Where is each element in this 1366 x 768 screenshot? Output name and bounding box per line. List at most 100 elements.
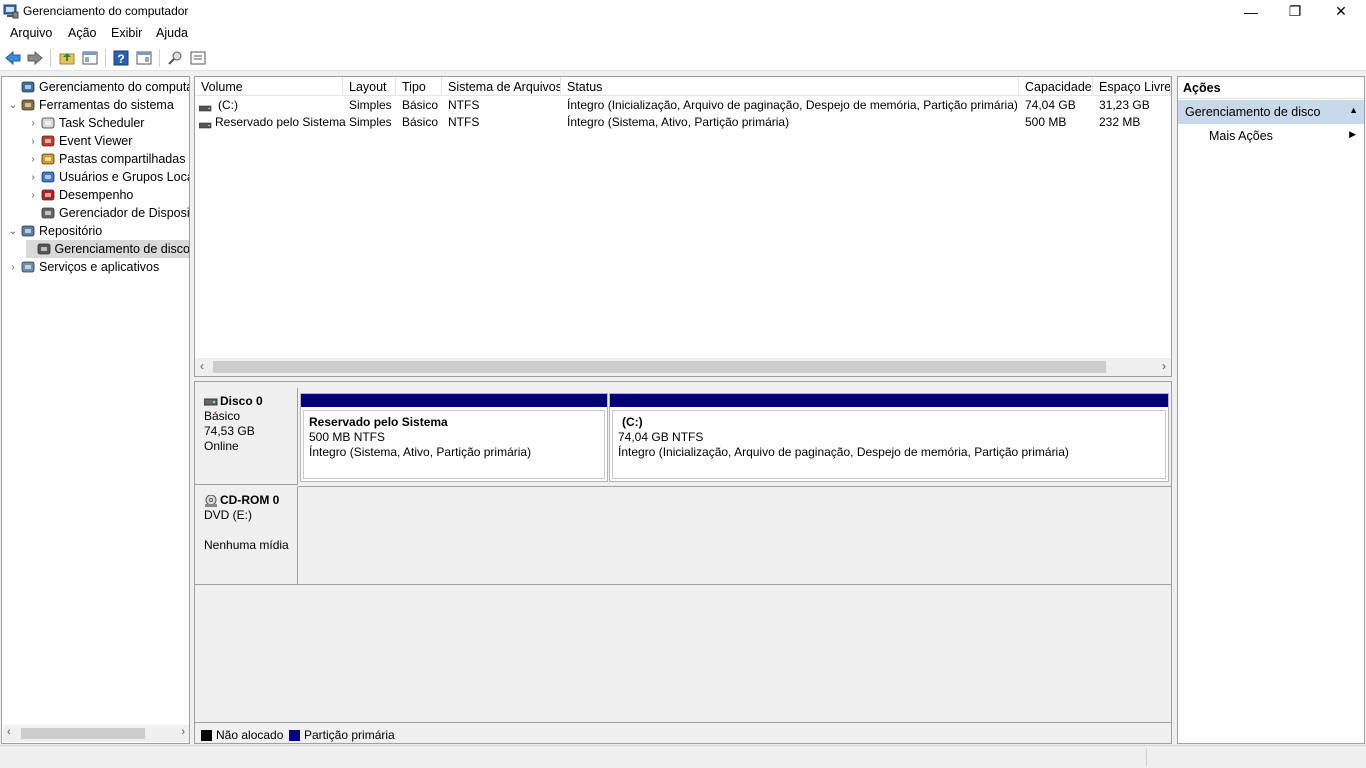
primary-partition-bar (301, 394, 607, 407)
more-actions-link[interactable]: Mais Ações (1209, 129, 1273, 143)
forward-icon[interactable] (26, 49, 44, 67)
help-icon[interactable]: ? (112, 49, 130, 67)
partition-status: Íntegro (Sistema, Ativo, Partição primár… (309, 445, 532, 459)
tree-item[interactable]: ⌄ Repositório (6, 222, 102, 240)
menu-bar: Arquivo Ação Exibir Ajuda (0, 23, 1366, 45)
disk-media: Nenhuma mídia (204, 538, 289, 552)
table-cell[interactable]: Simples (349, 98, 392, 112)
legend-swatch (201, 729, 212, 741)
chevron-down-icon[interactable]: ⌄ (6, 100, 20, 111)
legend-divider (195, 722, 1171, 723)
table-cell[interactable]: NTFS (448, 98, 479, 112)
column-header-capacidade[interactable]: Capacidade (1019, 77, 1093, 96)
column-header-tipo[interactable]: Tipo (396, 77, 442, 96)
scroll-right-icon[interactable]: › (1162, 359, 1166, 373)
menu-exibir[interactable]: Exibir (111, 26, 142, 40)
table-cell[interactable]: Básico (402, 98, 438, 112)
tree-horizontal-scrollbar[interactable]: ‹ › (3, 725, 189, 742)
volume-icon (198, 101, 212, 115)
disk-management-icon (36, 241, 52, 257)
partition-reservado[interactable]: Reservado pelo Sistema 500 MB NTFS Ínteg… (300, 393, 608, 482)
hard-disk-icon (204, 398, 218, 405)
restore-button[interactable]: ❐ (1272, 0, 1318, 23)
actions-group-disk-management[interactable]: Gerenciamento de disco ▲ (1178, 100, 1364, 124)
tree-item-label: Gerenciador de Disposit (59, 206, 190, 220)
computer-management-icon (20, 79, 36, 95)
show-hide-action-icon[interactable] (135, 49, 153, 67)
toolbar-separator (159, 49, 160, 67)
window-title: Gerenciamento do computador (23, 4, 189, 18)
menu-acao[interactable]: Ação (68, 26, 97, 40)
tree-item[interactable]: Gerenciamento do computado (6, 78, 189, 96)
disk-0-label[interactable]: Disco 0 Básico 74,53 GB Online (195, 388, 298, 485)
tree-item-label: Repositório (39, 224, 103, 238)
chevron-right-icon[interactable]: › (26, 118, 40, 129)
actions-pane: Ações Gerenciamento de disco ▲ Mais Açõe… (1177, 76, 1365, 744)
up-folder-icon[interactable] (58, 49, 76, 67)
chevron-right-icon[interactable]: › (26, 172, 40, 183)
volume-list: Volume Layout Tipo Sistema de Arquivos S… (194, 76, 1172, 377)
legend-unallocated: Não alocado (201, 728, 283, 742)
table-cell[interactable]: Íntegro (Inicialização, Arquivo de pagin… (567, 98, 1018, 112)
table-cell[interactable]: 232 MB (1099, 115, 1140, 129)
scroll-left-icon[interactable]: ‹ (7, 726, 11, 738)
menu-ajuda[interactable]: Ajuda (156, 26, 188, 40)
tree-item-label: Usuários e Grupos Loca (59, 170, 190, 184)
tree-item[interactable]: ⌄ Ferramentas do sistema (6, 96, 174, 114)
table-cell[interactable]: 74,04 GB (1025, 98, 1076, 112)
show-hide-tree-icon[interactable] (81, 49, 99, 67)
back-icon[interactable] (4, 49, 22, 67)
tree-item[interactable]: › Desempenho (26, 186, 133, 204)
column-header-sistema-arquivos[interactable]: Sistema de Arquivos (442, 77, 561, 96)
tree-item[interactable]: › Serviços e aplicativos (6, 258, 159, 276)
minimize-button[interactable]: — (1228, 0, 1274, 23)
chevron-right-icon[interactable]: › (6, 262, 20, 273)
table-cell[interactable]: NTFS (448, 115, 479, 129)
performance-icon (40, 187, 56, 203)
chevron-right-icon[interactable]: › (26, 136, 40, 147)
column-header-espaco-livre[interactable]: Espaço Livre (1093, 77, 1171, 96)
chevron-right-icon[interactable]: › (26, 154, 40, 165)
status-bar (0, 745, 1366, 768)
column-header-status[interactable]: Status (561, 77, 1019, 96)
scroll-left-icon[interactable]: ‹ (200, 359, 204, 373)
disk-size: 74,53 GB (204, 424, 255, 438)
tree-item[interactable]: Gerenciador de Disposit (26, 204, 190, 222)
submenu-arrow-icon[interactable]: ▶ (1349, 129, 1356, 140)
tree-item[interactable]: › Pastas compartilhadas (26, 150, 185, 168)
tree-item[interactable]: Gerenciamento de disco (26, 240, 189, 258)
chevron-right-icon[interactable]: › (26, 190, 40, 201)
properties-icon[interactable] (189, 49, 207, 67)
partition-details: Reservado pelo Sistema 500 MB NTFS Ínteg… (303, 410, 605, 479)
scrollbar-thumb[interactable] (213, 361, 1106, 373)
tree-item-label: Desempenho (59, 188, 134, 202)
volume-list-horizontal-scrollbar[interactable]: ‹ › (195, 358, 1171, 376)
chevron-down-icon[interactable]: ⌄ (6, 226, 20, 237)
column-header-layout[interactable]: Layout (343, 77, 396, 96)
legend-primary: Partição primária (289, 728, 395, 742)
tree-item-label: Task Scheduler (59, 116, 145, 130)
disk-graphical-view: Disco 0 Básico 74,53 GB Online Reservado… (194, 381, 1172, 744)
table-cell[interactable]: Íntegro (Sistema, Ativo, Partição primár… (567, 115, 789, 129)
tree-item[interactable]: › Task Scheduler (26, 114, 144, 132)
table-cell[interactable]: (C:) (218, 98, 238, 112)
scroll-right-icon[interactable]: › (181, 726, 185, 738)
svg-text:?: ? (117, 52, 124, 66)
connect-icon[interactable] (166, 49, 184, 67)
table-cell[interactable]: Reservado pelo Sistema (215, 115, 346, 129)
partition-c[interactable]: (C:) 74,04 GB NTFS Íntegro (Inicializaçã… (609, 393, 1169, 482)
close-button[interactable]: ✕ (1318, 0, 1364, 23)
menu-arquivo[interactable]: Arquivo (10, 26, 52, 40)
table-cell[interactable]: 500 MB (1025, 115, 1066, 129)
table-cell[interactable]: 31,23 GB (1099, 98, 1150, 112)
tree-item[interactable]: › Usuários e Grupos Loca (26, 168, 190, 186)
table-cell[interactable]: Simples (349, 115, 392, 129)
scrollbar-thumb[interactable] (21, 728, 145, 739)
clock-icon (40, 115, 56, 131)
collapse-up-icon[interactable]: ▲ (1349, 105, 1358, 115)
table-cell[interactable]: Básico (402, 115, 438, 129)
cdrom-0-label[interactable]: CD-ROM 0 DVD (E:) Nenhuma mídia (195, 487, 298, 585)
tree-item[interactable]: › Event Viewer (26, 132, 132, 150)
column-header-volume[interactable]: Volume (195, 77, 343, 96)
primary-partition-bar (610, 394, 1168, 407)
